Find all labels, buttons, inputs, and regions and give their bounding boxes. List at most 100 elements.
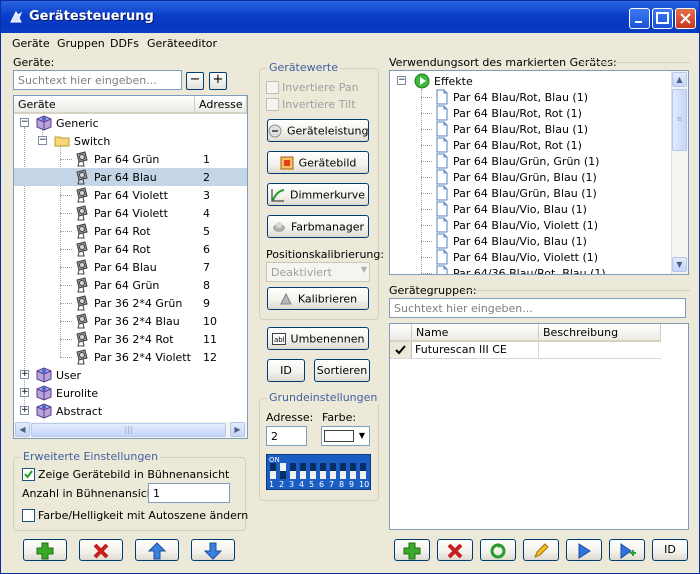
add-device-button[interactable] [23, 539, 67, 561]
scroll-thumb[interactable]: ≡ [672, 89, 687, 151]
calibrate-button[interactable]: Kalibrieren [267, 287, 369, 310]
expand-user-toggle[interactable]: + [20, 370, 29, 379]
usage-tree[interactable]: − Effekte Par 64 Blau/Rot, Blau (1) Par 64 … [389, 70, 689, 275]
sort-button[interactable]: Sortieren [314, 359, 370, 382]
delete-device-button[interactable] [79, 539, 123, 561]
menu-ddfs[interactable]: DDFs [110, 37, 139, 50]
device-search-input[interactable]: Suchtext hier eingeben... [13, 70, 182, 90]
show-image-checkbox[interactable] [22, 468, 35, 481]
tree-device-item[interactable]: Par 64 Rot [94, 243, 151, 256]
rename-button[interactable]: abl Umbenennen [267, 327, 369, 350]
edit-group-button[interactable] [523, 539, 559, 561]
scroll-right-button[interactable]: ▶ [230, 422, 245, 437]
play-add-group-button[interactable] [609, 539, 645, 561]
tree-device-item[interactable]: Par 64 Rot [94, 225, 151, 238]
tree-device-item[interactable]: Par 36 2*4 Blau [94, 315, 180, 328]
invert-pan-checkbox[interactable] [266, 81, 279, 94]
collapse-switch-toggle[interactable]: − [38, 136, 47, 145]
collapse-generic-toggle[interactable]: − [20, 118, 29, 127]
stage-count-input[interactable]: 1 [148, 483, 230, 503]
invert-tilt-checkbox[interactable] [266, 98, 279, 111]
usage-item[interactable]: Par 64 Blau/Rot, Rot (1) [453, 107, 582, 120]
usage-item[interactable]: Par 64 Blau/Vio, Violett (1) [453, 219, 598, 232]
column-header-description[interactable]: Beschreibung [539, 324, 661, 342]
tree-device-item[interactable]: Par 36 2*4 Grün [94, 297, 182, 310]
id-button[interactable]: ID [267, 359, 305, 382]
tree-device-item[interactable]: Par 36 2*4 Violett [94, 351, 191, 364]
dip-switch-toggle[interactable] [350, 463, 356, 479]
tree-device-item[interactable]: Par 64 Violett [94, 189, 168, 202]
dip-switch-toggle[interactable] [280, 463, 286, 479]
usage-item[interactable]: Par 64 Blau/Rot, Blau (1) [453, 123, 588, 136]
tree-device-item[interactable]: Par 64 Blau [94, 261, 157, 274]
collapse-effects-toggle[interactable]: − [397, 76, 406, 85]
usage-item[interactable]: Par 64 Blau/Grün, Grün (1) [453, 155, 599, 168]
dip-switch-toggle[interactable] [340, 463, 346, 479]
scroll-up-button[interactable]: ▲ [672, 72, 687, 87]
play-group-button[interactable] [566, 539, 602, 561]
dip-switch-toggle[interactable] [270, 463, 276, 479]
groups-table[interactable]: Name Beschreibung Futurescan III CE [389, 323, 689, 530]
tree-device-item[interactable]: Par 64 Grün [94, 153, 159, 166]
usage-item[interactable]: Par 64 Blau/Grün, Blau (1) [453, 187, 597, 200]
dip-switch-toggle[interactable] [330, 463, 336, 479]
device-power-button[interactable]: Geräteleistung [267, 119, 369, 142]
expand-eurolite-toggle[interactable]: + [20, 388, 29, 397]
column-header-devices[interactable]: Geräte [14, 96, 195, 114]
group-id-button[interactable]: ID [652, 539, 688, 561]
menu-geraete[interactable]: Geräte [12, 37, 50, 50]
tree-node-generic[interactable]: Generic [56, 117, 99, 130]
column-header-name[interactable]: Name [412, 324, 539, 342]
tree-hscrollbar[interactable]: ◀ ||| ▶ [14, 422, 247, 438]
usage-item[interactable]: Par 64 Blau/Rot, Blau (1) [453, 91, 588, 104]
dimmer-curve-button[interactable]: Dimmerkurve [267, 183, 369, 206]
move-down-button[interactable] [191, 539, 235, 561]
collapse-all-button[interactable]: − [186, 72, 204, 90]
color-picker[interactable]: ▼ [321, 426, 370, 446]
dip-switch-toggle[interactable] [310, 463, 316, 479]
color-autoscene-checkbox[interactable] [22, 509, 35, 522]
expand-all-button[interactable]: + [209, 72, 227, 90]
tree-node-user[interactable]: User [56, 369, 81, 382]
usage-item[interactable]: Par 64 Blau/Grün, Blau (1) [453, 171, 597, 184]
close-button[interactable] [675, 8, 696, 29]
move-up-button[interactable] [135, 539, 179, 561]
tree-device-item[interactable]: Par 64 Grün [94, 279, 159, 292]
usage-item[interactable]: Par 64/36 Blau/Rot, Blau (1) [453, 267, 606, 274]
minimize-button[interactable] [629, 8, 650, 29]
tree-node-eurolite[interactable]: Eurolite [56, 387, 98, 400]
add-group-button[interactable] [394, 539, 430, 561]
scroll-left-button[interactable]: ◀ [15, 422, 30, 437]
device-image-button[interactable]: Gerätebild [267, 151, 369, 174]
usage-item[interactable]: Par 64 Blau/Rot, Rot (1) [453, 139, 582, 152]
delete-group-button[interactable] [437, 539, 473, 561]
tree-device-item[interactable]: Par 64 Violett [94, 207, 168, 220]
tree-device-item[interactable]: Par 36 2*4 Rot [94, 333, 174, 346]
tree-node-effects[interactable]: Effekte [434, 75, 473, 88]
usage-item[interactable]: Par 64 Blau/Vio, Blau (1) [453, 203, 587, 216]
menu-gruppen[interactable]: Gruppen [57, 37, 105, 50]
tree-device-item[interactable]: Par 64 Blau [94, 171, 157, 184]
tree-node-switch[interactable]: Switch [74, 135, 110, 148]
dip-switch-toggle[interactable] [320, 463, 326, 479]
refresh-group-button[interactable] [480, 539, 516, 561]
color-manager-button[interactable]: Farbmanager [267, 215, 369, 238]
table-row[interactable]: Futurescan III CE [390, 342, 661, 359]
dip-switch-toggle[interactable] [300, 463, 306, 479]
scroll-down-button[interactable]: ▼ [672, 257, 687, 272]
position-calibration-select[interactable]: Deaktiviert ▼ [266, 262, 370, 282]
expand-abstract-toggle[interactable]: + [20, 406, 29, 415]
address-input[interactable]: 2 [266, 426, 307, 446]
menu-geraeteeditor[interactable]: Geräteeditor [147, 37, 217, 50]
device-tree[interactable]: Geräte Adresse − Generic − Switch Par 64 Grü… [13, 95, 248, 439]
dip-switch-toggle[interactable] [290, 463, 296, 479]
dip-switch[interactable]: ON 1 2 3 4 5 6 7 8 9 10 [266, 454, 371, 490]
maximize-button[interactable] [652, 8, 673, 29]
column-header-address[interactable]: Adresse [195, 96, 247, 114]
tree-node-abstract[interactable]: Abstract [56, 405, 102, 418]
scroll-thumb[interactable]: ||| [31, 423, 226, 437]
dip-switch-toggle[interactable] [360, 463, 366, 479]
group-search-input[interactable]: Suchtext hier eingeben... [389, 298, 686, 318]
usage-item[interactable]: Par 64 Blau/Vio, Blau (1) [453, 235, 587, 248]
usage-vscrollbar[interactable]: ▲ ≡ ▼ [671, 71, 688, 274]
